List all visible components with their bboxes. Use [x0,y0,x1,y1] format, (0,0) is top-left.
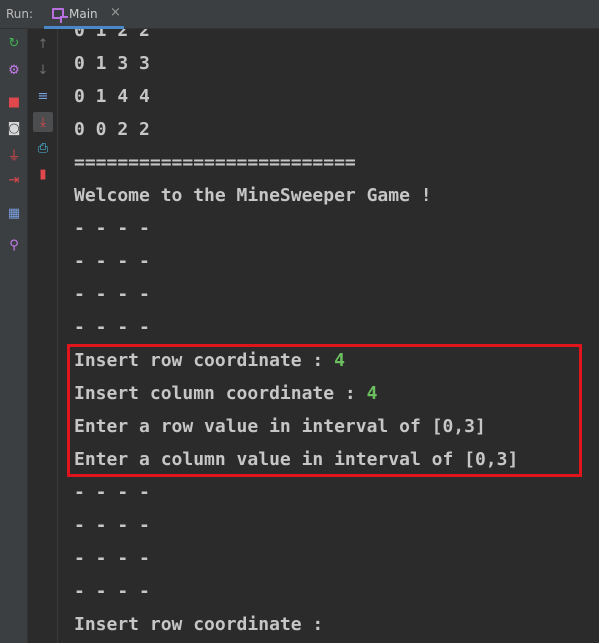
up-arrow-icon[interactable]: ↑ [33,34,53,54]
layout-icon[interactable]: ▦ [4,203,24,223]
console-line: Welcome to the MineSweeper Game ! [74,179,432,212]
console-line: Insert row coordinate : [74,608,334,641]
console-line: - - - - [74,542,150,575]
console-output-text: - - - - [74,317,150,338]
scroll-to-end-icon[interactable]: ⤓ [33,112,53,132]
console-line: 0 1 3 3 [74,47,150,80]
console-line: ========================== [74,146,356,179]
console-output[interactable]: 0 1 2 2 0 1 3 3 0 1 4 4 0 0 2 2 ============… [58,29,599,643]
console-output-text: Insert row coordinate : [74,614,335,635]
run-toolbar-header: Run: Main × [0,0,599,29]
stop-icon[interactable]: ■ [4,92,24,112]
print-icon[interactable]: ⎙ [33,138,53,158]
console-line: - - - - [74,476,150,509]
console-line: 0 1 2 2 [74,29,150,47]
tab-main-label: Main [69,7,98,21]
console-output-text: - - - - [74,515,150,536]
console-output-text: - - - - [74,548,150,569]
console-output-text: - - - - [74,251,150,272]
console-actions-toolbar: ↑ ↓ ≡ ⤓ ⎙ ▮ [28,29,58,643]
down-arrow-icon[interactable]: ↓ [33,60,53,80]
close-tab-icon[interactable]: × [110,5,121,20]
console-output-text: - - - - [74,581,150,602]
console-line: - - - - [74,311,150,344]
console-line: - - - - [74,278,150,311]
console-line: - - - - [74,245,150,278]
rerun-icon[interactable]: ↻ [4,33,24,53]
pin-icon[interactable]: ⚲ [4,235,24,255]
screenshot-camera-icon[interactable]: ◙ [4,118,24,138]
settings-gear-icon[interactable]: ⚙ [4,60,24,80]
exit-icon[interactable]: ⇥ [4,170,24,190]
console-line: - - - - [74,509,150,542]
console-output-text: 0 1 3 3 [74,53,150,74]
console-output-text: - - - - [74,482,150,503]
run-label: Run: [6,7,34,21]
console-output-text: - - - - [74,284,150,305]
run-actions-toolbar: ↻ ⚙ ■ ◙ ⏚ ⇥ ▦ ⚲ [0,29,28,643]
console-line: 0 1 4 4 [74,80,150,113]
soft-wrap-icon[interactable]: ≡ [33,86,53,106]
console-output-text: 0 1 2 2 [74,29,150,41]
highlight-annotation-box [67,344,582,477]
console-line: - - - - [74,575,150,608]
application-window-icon [52,8,68,23]
console-output-text: 0 0 2 2 [74,119,150,140]
clear-trash-icon[interactable]: ▮ [33,164,53,184]
console-line: 0 0 2 2 [74,113,150,146]
tab-main[interactable]: Main × [44,0,124,29]
console-output-text: ========================== [74,152,356,173]
console-output-text: Welcome to the MineSweeper Game ! [74,185,432,206]
console-line: - - - - [74,212,150,245]
console-output-text: 0 1 4 4 [74,86,150,107]
console-output-text: - - - - [74,218,150,239]
plug-icon[interactable]: ⏚ [4,144,24,164]
